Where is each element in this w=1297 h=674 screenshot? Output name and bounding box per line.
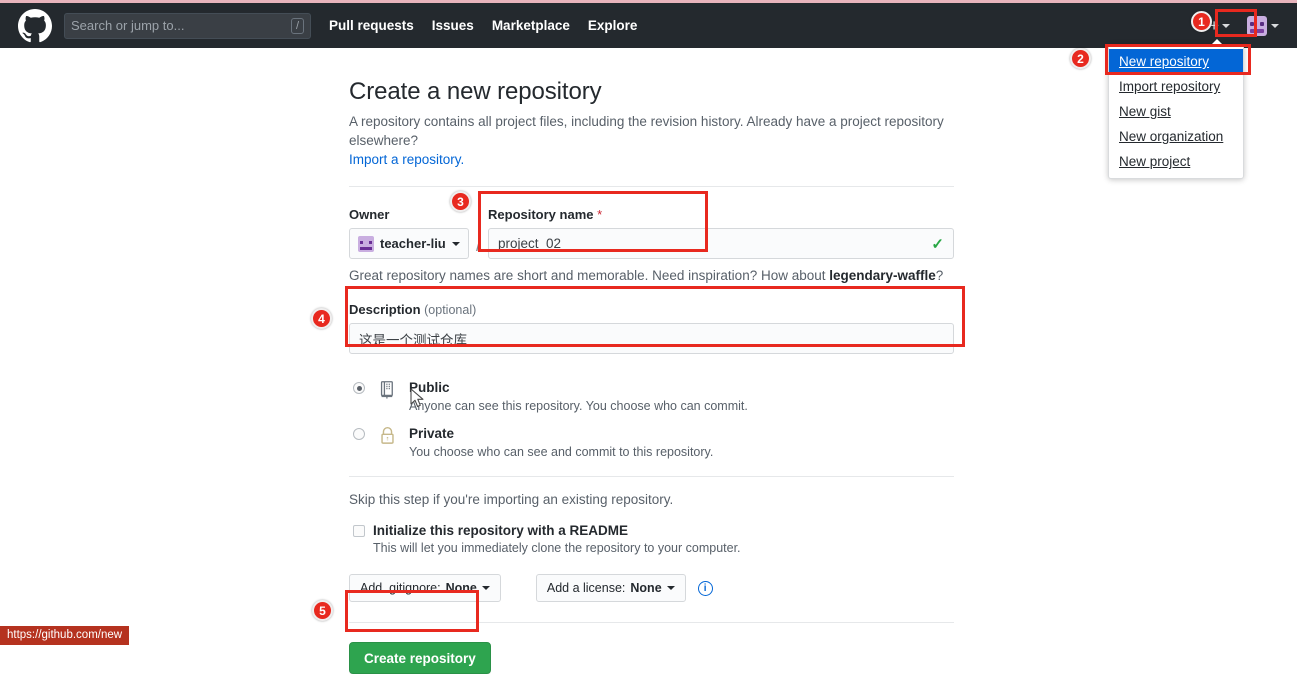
description-label: Description (optional) xyxy=(349,302,477,317)
global-header: Search or jump to... / Pull requests Iss… xyxy=(0,0,1297,48)
repository-name-label: Repository name * xyxy=(488,207,603,222)
repository-name-input[interactable]: project_02 ✓ xyxy=(488,228,954,259)
checkbox-initialize-readme[interactable] xyxy=(353,525,365,537)
header-nav: Pull requests Issues Marketplace Explore xyxy=(329,18,637,33)
annotation-badge-5: 5 xyxy=(312,600,333,621)
initialize-readme-title: Initialize this repository with a README xyxy=(373,523,629,538)
info-icon[interactable]: i xyxy=(697,580,713,596)
description-optional-tag: (optional) xyxy=(424,303,477,317)
book-icon xyxy=(378,379,400,402)
description-input[interactable]: 这是一个测试仓库 xyxy=(349,323,954,354)
menu-item-new-repository[interactable]: New repository xyxy=(1109,49,1243,74)
owner-avatar-icon xyxy=(358,235,374,252)
license-prefix: Add a license: xyxy=(546,581,626,595)
menu-item-import-repository[interactable]: Import repository xyxy=(1109,74,1243,99)
status-bar-url: https://github.com/new xyxy=(0,626,130,645)
annotation-badge-1: 1 xyxy=(1191,11,1212,32)
helper-suggestion: legendary-waffle xyxy=(829,268,936,283)
license-value: None xyxy=(630,581,662,595)
initialize-readme-option[interactable]: Initialize this repository with a README… xyxy=(349,522,954,555)
nav-pull-requests[interactable]: Pull requests xyxy=(329,18,414,33)
annotation-badge-4: 4 xyxy=(311,308,332,329)
chevron-down-icon xyxy=(1222,23,1230,28)
annotation-badge-3: 3 xyxy=(450,191,471,212)
visibility-public-title: Public xyxy=(409,380,450,395)
divider xyxy=(349,476,954,477)
chevron-down-icon xyxy=(481,586,490,590)
github-logo-icon[interactable] xyxy=(18,8,52,43)
skip-step-note: Skip this step if you're importing an ex… xyxy=(349,492,674,507)
search-placeholder: Search or jump to... xyxy=(71,18,185,33)
license-select-button[interactable]: Add a license: None xyxy=(535,574,686,602)
required-marker: * xyxy=(597,207,603,222)
template-selectors: Add .gitignore: None Add a license: None… xyxy=(349,574,954,602)
owner-and-name-row: Owner teacher-liu / Repository name * pr… xyxy=(349,207,954,259)
menu-item-new-project[interactable]: New project xyxy=(1109,149,1243,174)
page-title: Create a new repository xyxy=(349,78,602,105)
lock-icon xyxy=(378,425,400,448)
repository-name-value: project_02 xyxy=(498,236,562,251)
initialize-readme-text: Initialize this repository with a README… xyxy=(373,522,741,555)
dropdown-arrow xyxy=(1211,39,1223,45)
page-description-text: A repository contains all project files,… xyxy=(349,114,944,148)
gitignore-prefix: Add .gitignore: xyxy=(360,581,441,595)
user-avatar-icon xyxy=(1247,15,1267,36)
chevron-down-icon xyxy=(451,241,460,246)
description-field: Description (optional) 这是一个测试仓库 xyxy=(349,302,954,354)
visibility-public-desc: Anyone can see this repository. You choo… xyxy=(409,399,748,413)
menu-item-new-gist[interactable]: New gist xyxy=(1109,99,1243,124)
menu-item-new-organization[interactable]: New organization xyxy=(1109,124,1243,149)
divider xyxy=(349,186,954,187)
gitignore-select-button[interactable]: Add .gitignore: None xyxy=(349,574,501,602)
visibility-option-private[interactable]: Private You choose who can see and commi… xyxy=(349,425,954,459)
check-icon: ✓ xyxy=(931,235,944,253)
gitignore-value: None xyxy=(445,581,477,595)
visibility-option-public[interactable]: Public Anyone can see this repository. Y… xyxy=(349,379,954,413)
search-input[interactable]: Search or jump to... / xyxy=(64,12,311,39)
repository-name-field: Repository name * project_02 ✓ xyxy=(488,207,954,259)
create-repository-button[interactable]: Create repository xyxy=(349,642,491,674)
visibility-private-title: Private xyxy=(409,426,455,441)
visibility-options: Public Anyone can see this repository. Y… xyxy=(349,379,954,459)
initialize-readme-desc: This will let you immediately clone the … xyxy=(373,541,741,555)
helper-suffix: ? xyxy=(935,268,944,283)
owner-value: teacher-liu xyxy=(380,236,446,251)
import-repository-link[interactable]: Import a repository. xyxy=(349,152,464,167)
search-shortcut-key: / xyxy=(290,17,304,34)
user-menu-button[interactable] xyxy=(1247,15,1279,36)
page-description: A repository contains all project files,… xyxy=(349,112,954,169)
owner-label: Owner xyxy=(349,207,390,222)
nav-explore[interactable]: Explore xyxy=(588,18,638,33)
helper-prefix: Great repository names are short and mem… xyxy=(349,268,830,283)
nav-issues[interactable]: Issues xyxy=(432,18,474,33)
chevron-down-icon xyxy=(666,586,675,590)
chevron-down-icon xyxy=(1271,23,1279,28)
visibility-private-text: Private You choose who can see and commi… xyxy=(409,425,713,459)
new-menu-dropdown: New repository Import repository New gis… xyxy=(1108,39,1244,179)
owner-name-separator: / xyxy=(476,235,482,255)
description-value: 这是一个测试仓库 xyxy=(359,332,467,348)
owner-field: Owner teacher-liu xyxy=(349,207,469,259)
divider xyxy=(349,622,954,623)
visibility-private-desc: You choose who can see and commit to thi… xyxy=(409,445,714,459)
repository-name-helper: Great repository names are short and mem… xyxy=(349,268,954,283)
owner-select-button[interactable]: teacher-liu xyxy=(349,228,469,259)
radio-private[interactable] xyxy=(353,428,365,440)
annotation-badge-2: 2 xyxy=(1070,48,1091,69)
header-right-actions: + xyxy=(1206,15,1285,36)
radio-public[interactable] xyxy=(353,382,365,394)
visibility-public-text: Public Anyone can see this repository. Y… xyxy=(409,379,748,413)
nav-marketplace[interactable]: Marketplace xyxy=(492,18,570,33)
new-repository-form: Create a new repository A repository con… xyxy=(349,78,954,674)
